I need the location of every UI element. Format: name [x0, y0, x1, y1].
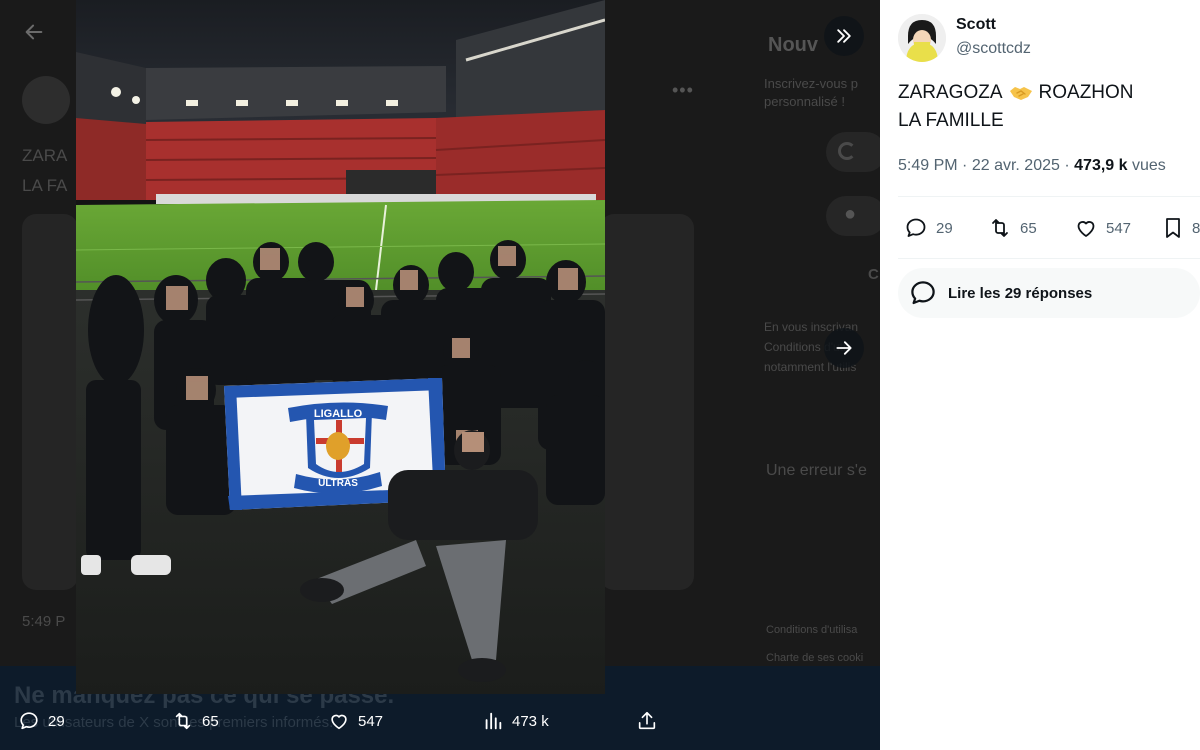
heart-icon	[1077, 221, 1095, 237]
like-button[interactable]: 547	[1074, 216, 1131, 240]
background-time: 5:49 P	[22, 613, 66, 630]
reply-count: 29	[936, 219, 953, 237]
background-tweet-line1: ZARA	[22, 146, 68, 165]
media-views-count: 473 k	[512, 712, 549, 730]
bookmark-count: 8	[1192, 219, 1200, 237]
arrow-right-icon	[836, 341, 852, 355]
tweet-time[interactable]: 5:49 PM	[898, 157, 958, 174]
more-options-icon: •••	[672, 80, 694, 100]
background-signup-title: Nouv	[768, 34, 818, 56]
next-media-button[interactable]	[824, 328, 864, 368]
retweet-count: 65	[1020, 219, 1037, 237]
background-footer2: Charte de ses cooki	[766, 652, 864, 664]
google-icon	[838, 142, 856, 160]
media-action-bar: 29 65 547 473 k	[0, 700, 880, 746]
views-chart-icon	[485, 712, 502, 730]
media-viewer: ••• ZARA LA FA 5:49 P Nouv Inscrivez-vou…	[0, 0, 880, 750]
media-reply-button[interactable]: 29	[18, 710, 65, 732]
tweet-text-left: ZARAGOZA	[898, 82, 1003, 103]
retweet-icon	[175, 712, 191, 730]
read-replies-label: Lire les 29 réponses	[948, 284, 1093, 302]
double-chevron-right-icon	[837, 29, 851, 43]
flag-bottom-text: ULTRAS	[318, 478, 358, 489]
retweet-button[interactable]: 65	[988, 216, 1037, 240]
avatar[interactable]	[898, 14, 946, 62]
stadium-photo-illustration: LIGALLO ULTRAS	[76, 0, 605, 694]
background-footer1: Conditions d'utilisa	[766, 624, 858, 636]
reply-button[interactable]: 29	[904, 216, 953, 240]
tweet-meta: 5:49 PM · 22 avr. 2025 · 473,9 k vues	[898, 157, 1166, 175]
tweet-views-count: 473,9 k	[1074, 157, 1128, 174]
background-signup-line1: Inscrivez-vous p	[764, 76, 858, 91]
background-signup-line2: personnalisé !	[764, 94, 845, 109]
bookmark-button[interactable]: 8	[1162, 216, 1200, 240]
media-share-button[interactable]	[636, 710, 658, 732]
reply-icon	[906, 218, 926, 237]
like-count: 547	[1106, 219, 1132, 237]
author-handle[interactable]: @scottcdz	[956, 40, 1031, 58]
meta-separator: ·	[962, 157, 968, 174]
flag-top-text: LIGALLO	[314, 408, 363, 420]
background-media-card	[22, 214, 78, 590]
media-retweet-button[interactable]: 65	[172, 710, 219, 732]
divider	[898, 196, 1200, 197]
tweet-detail-panel: Scott @scottcdz ZARAGOZA ROAZHON LA FAMI…	[880, 0, 1200, 750]
media-like-count: 547	[358, 712, 384, 730]
media-views-button[interactable]: 473 k	[482, 710, 549, 732]
reply-icon	[20, 712, 38, 730]
background-tweet-line2: LA FA	[22, 176, 68, 195]
background-media-card-right	[600, 214, 694, 590]
retweet-icon	[992, 219, 1008, 237]
heart-icon	[331, 714, 347, 730]
meta-separator-2: ·	[1064, 157, 1070, 174]
tweet-text-right: ROAZHON	[1038, 82, 1134, 103]
arrow-left-icon	[25, 24, 43, 40]
tweet-photo[interactable]: LIGALLO ULTRAS	[76, 0, 605, 694]
back-button[interactable]	[14, 12, 54, 52]
reply-bubble-icon	[911, 281, 935, 305]
tweet-text-line2: LA FAMILLE	[898, 110, 1004, 131]
media-retweet-count: 65	[202, 712, 219, 730]
collapse-panel-button[interactable]	[824, 16, 864, 56]
background-error-text: Une erreur s'e	[766, 462, 867, 479]
background-avatar	[22, 76, 70, 124]
media-reply-count: 29	[48, 712, 65, 730]
avatar-illustration	[898, 14, 946, 62]
background-create-account: C	[868, 266, 879, 283]
handshake-icon	[1009, 87, 1032, 100]
tweet-date[interactable]: 22 avr. 2025	[972, 157, 1060, 174]
read-replies-button[interactable]: Lire les 29 réponses	[898, 268, 1200, 318]
bookmark-icon	[1166, 218, 1180, 238]
media-like-button[interactable]: 547	[328, 710, 383, 732]
tweet-text-line1: ZARAGOZA ROAZHON	[898, 82, 1134, 104]
divider	[898, 258, 1200, 259]
author-name[interactable]: Scott	[956, 16, 996, 34]
share-icon	[638, 711, 656, 730]
apple-icon: ●	[844, 203, 857, 225]
tweet-views-label: vues	[1131, 157, 1166, 174]
